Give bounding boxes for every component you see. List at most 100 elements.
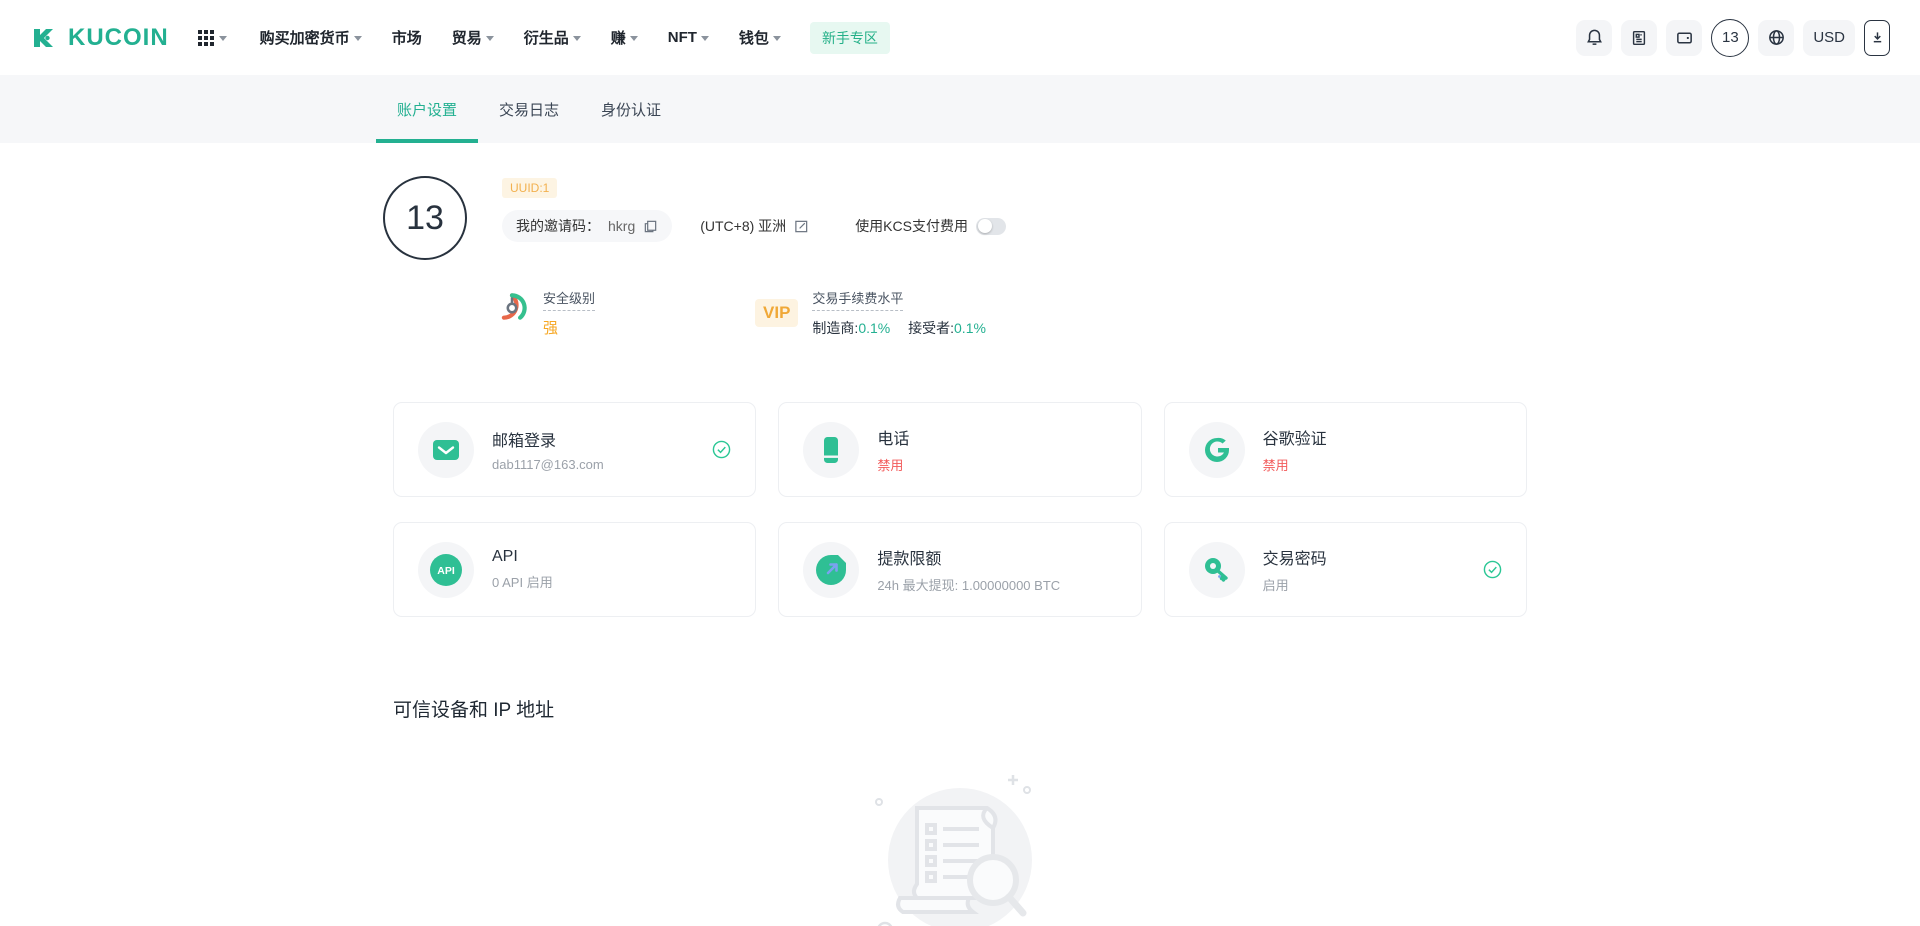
- kcs-toggle-label: 使用KCS支付费用: [855, 216, 968, 236]
- globe-icon: [1767, 28, 1786, 47]
- card-title: 邮箱登录: [492, 427, 604, 451]
- navbar-right-group: 13 USD: [1576, 19, 1890, 57]
- check-circle-icon: [1483, 560, 1502, 579]
- apps-grid-button[interactable]: [197, 29, 227, 47]
- security-level-label[interactable]: 安全级别: [543, 288, 595, 311]
- user-avatar[interactable]: 13: [1711, 19, 1749, 57]
- chevron-down-icon: [354, 36, 362, 41]
- email-icon: [418, 422, 474, 478]
- withdrawal-arrow-icon: [803, 542, 859, 598]
- card-phone[interactable]: 电话 禁用: [778, 402, 1141, 497]
- kucoin-logo[interactable]: KUCOIN: [30, 23, 169, 53]
- card-title: 交易密码: [1263, 545, 1327, 569]
- trusted-devices-empty-state: 设置设备管理前请开启谷歌或短信验证启用: [393, 770, 1527, 926]
- nav-item-earn[interactable]: 赚: [596, 27, 653, 48]
- card-subtitle: dab1117@163.com: [492, 457, 604, 472]
- kcs-pay-fee-toggle[interactable]: [976, 218, 1006, 235]
- security-level-block: 安全级别 强: [493, 288, 595, 338]
- taker-label: 接受者:: [908, 320, 954, 336]
- card-trade-password[interactable]: 交易密码 启用: [1164, 522, 1527, 617]
- tab-account-settings[interactable]: 账户设置: [376, 75, 478, 143]
- bell-icon: [1585, 28, 1604, 47]
- check-circle-icon: [712, 440, 731, 459]
- card-google-verification[interactable]: 谷歌验证 禁用: [1164, 402, 1527, 497]
- chevron-down-icon: [630, 36, 638, 41]
- news-icon: [1630, 29, 1648, 47]
- card-email-login[interactable]: 邮箱登录 dab1117@163.com: [393, 402, 756, 497]
- card-title: API: [492, 548, 553, 566]
- security-gauge-icon: [493, 288, 531, 328]
- nav-item-buy-crypto[interactable]: 购买加密货币: [245, 27, 377, 48]
- security-vip-row: 安全级别 强 VIP 交易手续费水平 制造商:0.1% 接受者:0.1%: [493, 288, 1527, 338]
- vip-badge: VIP: [755, 299, 798, 327]
- chevron-down-icon: [573, 36, 581, 41]
- timezone-row: (UTC+8) 亚洲: [700, 216, 809, 236]
- newbie-zone-badge[interactable]: 新手专区: [810, 22, 890, 54]
- card-subtitle: 禁用: [877, 455, 909, 474]
- nav-item-label: 市场: [392, 27, 422, 48]
- referral-label: 我的邀请码：: [516, 216, 600, 236]
- nav-item-label: 衍生品: [524, 27, 569, 48]
- card-title: 电话: [877, 425, 909, 449]
- profile-block: 13 UUID:1 我的邀请码： hkrg (UTC+8) 亚洲: [393, 176, 1527, 260]
- apps-grid-icon: [197, 29, 215, 47]
- main-nav: 购买加密货币 市场 贸易 衍生品 赚 NFT 钱包: [245, 27, 796, 48]
- copy-icon[interactable]: [643, 219, 658, 234]
- tab-trade-log[interactable]: 交易日志: [478, 75, 580, 143]
- card-title: 谷歌验证: [1263, 425, 1327, 449]
- phone-icon: [803, 422, 859, 478]
- nav-item-wallet[interactable]: 钱包: [724, 27, 796, 48]
- news-button[interactable]: [1621, 20, 1657, 56]
- app-download-icon: [1871, 31, 1884, 44]
- wallet-icon: [1675, 28, 1694, 47]
- nav-item-markets[interactable]: 市场: [377, 27, 437, 48]
- app-download-button[interactable]: [1864, 20, 1890, 56]
- maker-value: 0.1%: [858, 320, 890, 336]
- trusted-devices-title: 可信设备和 IP 地址: [393, 695, 1527, 722]
- card-subtitle: 启用: [1263, 575, 1327, 594]
- chevron-down-icon: [486, 36, 494, 41]
- nav-item-trade[interactable]: 贸易: [437, 27, 509, 48]
- chevron-down-icon: [701, 36, 709, 41]
- language-button[interactable]: [1758, 20, 1794, 56]
- currency-selector[interactable]: USD: [1803, 20, 1855, 56]
- card-subtitle: 24h 最大提现: 1.00000000 BTC: [877, 575, 1060, 594]
- svg-text:API: API: [437, 565, 455, 577]
- fee-level-label[interactable]: 交易手续费水平: [812, 288, 903, 311]
- profile-avatar: 13: [383, 176, 467, 260]
- nav-item-label: 钱包: [739, 27, 769, 48]
- card-api[interactable]: API API 0 API 启用: [393, 522, 756, 617]
- tab-identity-verification[interactable]: 身份认证: [580, 75, 682, 143]
- card-subtitle: 禁用: [1263, 455, 1327, 474]
- security-cards-grid: 邮箱登录 dab1117@163.com 电话 禁用: [393, 402, 1527, 617]
- assets-wallet-button[interactable]: [1666, 20, 1702, 56]
- card-title: 提款限额: [877, 545, 1060, 569]
- settings-tabbar: 账户设置 交易日志 身份认证: [0, 75, 1920, 143]
- nav-item-label: 购买加密货币: [260, 27, 350, 48]
- card-subtitle: 0 API 启用: [492, 572, 553, 591]
- referral-code: hkrg: [608, 218, 635, 234]
- timezone-value: (UTC+8) 亚洲: [700, 216, 786, 236]
- fee-values: 制造商:0.1% 接受者:0.1%: [812, 318, 986, 338]
- top-navbar: KUCOIN 购买加密货币 市场 贸易 衍生品 赚: [0, 0, 1920, 75]
- uuid-badge: UUID:1: [502, 178, 557, 198]
- nav-item-label: 赚: [611, 27, 626, 48]
- kcs-fee-row: 使用KCS支付费用: [855, 216, 1006, 236]
- empty-list-illustration: [855, 770, 1065, 926]
- vip-fee-block: VIP 交易手续费水平 制造商:0.1% 接受者:0.1%: [755, 288, 986, 338]
- referral-code-pill: 我的邀请码： hkrg: [502, 210, 672, 242]
- nav-item-label: NFT: [668, 29, 697, 46]
- google-icon: [1189, 422, 1245, 478]
- api-icon: API: [418, 542, 474, 598]
- maker-label: 制造商:: [812, 320, 858, 336]
- notifications-button[interactable]: [1576, 20, 1612, 56]
- chevron-down-icon: [773, 36, 781, 41]
- taker-value: 0.1%: [954, 320, 986, 336]
- card-withdrawal-limit[interactable]: 提款限额 24h 最大提现: 1.00000000 BTC: [778, 522, 1141, 617]
- chevron-down-icon: [219, 36, 227, 41]
- nav-item-derivatives[interactable]: 衍生品: [509, 27, 596, 48]
- nav-item-nft[interactable]: NFT: [653, 29, 724, 46]
- nav-item-label: 贸易: [452, 27, 482, 48]
- kucoin-logo-icon: [30, 23, 60, 53]
- edit-icon[interactable]: [794, 219, 809, 234]
